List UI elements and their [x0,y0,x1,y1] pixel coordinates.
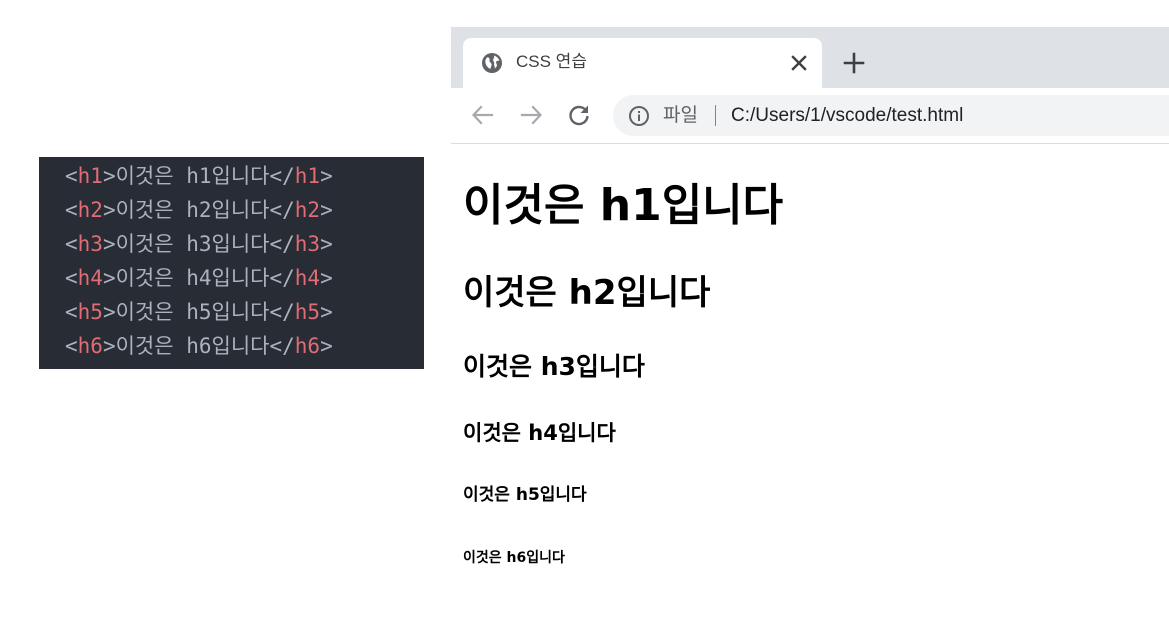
code-punc: > [102,334,116,358]
code-tag-close: h2 [294,198,321,222]
code-punc: < [65,334,78,358]
globe-icon [482,53,502,73]
code-punc: > [320,266,333,290]
reload-icon[interactable] [566,102,592,128]
code-tag-close: h3 [294,232,321,256]
browser-window: CSS 연습 파일 C:/Users/1/vscode/test.html 이것… [451,27,1169,626]
code-punc: > [102,300,116,324]
code-punc: </ [269,300,295,324]
code-punc: > [320,164,333,188]
code-punc: < [65,300,78,324]
code-punc: </ [269,266,295,290]
code-text: 이것은 h6입니다 [115,334,270,358]
code-punc: > [102,232,116,256]
code-tag-close: h1 [294,164,321,188]
code-tag-open: h1 [77,164,103,188]
code-tag-open: h4 [77,266,103,290]
code-punc: < [65,164,78,188]
code-text: 이것은 h4입니다 [115,266,270,290]
code-punc: < [65,198,78,222]
code-tag-close: h4 [294,266,321,290]
code-line: <h4>이것은 h4입니다</h4> [65,261,424,295]
url-text[interactable]: C:/Users/1/vscode/test.html [731,103,963,128]
heading-h5: 이것은 h5입니다 [463,485,587,505]
code-punc: </ [269,232,295,256]
code-punc: </ [269,334,295,358]
heading-h2: 이것은 h2입니다 [463,273,711,313]
arrow-right-icon[interactable] [518,102,544,128]
code-punc: </ [269,198,295,222]
code-text: 이것은 h1입니다 [115,164,270,188]
code-tag-open: h2 [77,198,103,222]
code-punc: > [102,198,116,222]
code-line: <h5>이것은 h5입니다</h5> [65,295,424,329]
code-line: <h3>이것은 h3입니다</h3> [65,227,424,261]
address-separator [715,105,716,126]
code-line: <h2>이것은 h2입니다</h2> [65,193,424,227]
code-line: <h1>이것은 h1입니다</h1> [65,159,424,193]
heading-h4: 이것은 h4입니다 [463,421,616,445]
code-text: 이것은 h3입니다 [115,232,270,256]
code-punc: < [65,232,78,256]
tab-title: CSS 연습 [516,52,587,71]
tab-strip: CSS 연습 [451,27,1169,88]
code-tag-open: h5 [77,300,103,324]
code-line: <h6>이것은 h6입니다</h6> [65,329,424,363]
site-info-label[interactable]: 파일 [663,103,698,128]
code-punc: > [320,232,333,256]
arrow-left-icon[interactable] [470,102,496,128]
tab-css-practice[interactable]: CSS 연습 [463,38,822,88]
code-tag-close: h5 [294,300,321,324]
code-punc: > [320,334,333,358]
close-icon[interactable] [788,52,810,74]
code-tag-open: h6 [77,334,103,358]
code-punc: < [65,266,78,290]
code-punc: </ [269,164,295,188]
heading-h1: 이것은 h1입니다 [463,180,784,231]
browser-toolbar: 파일 C:/Users/1/vscode/test.html [451,88,1169,144]
code-punc: > [320,300,333,324]
address-bar[interactable]: 파일 C:/Users/1/vscode/test.html [613,95,1169,136]
page-viewport: 이것은 h1입니다 이것은 h2입니다 이것은 h3입니다 이것은 h4입니다 … [451,144,1169,626]
code-tag-open: h3 [77,232,103,256]
code-text: 이것은 h2입니다 [115,198,270,222]
code-punc: > [320,198,333,222]
heading-h6: 이것은 h6입니다 [463,550,565,566]
code-tag-close: h6 [294,334,321,358]
code-punc: > [102,266,116,290]
info-icon[interactable] [628,105,650,127]
code-editor-panel: <h1>이것은 h1입니다</h1> <h2>이것은 h2입니다</h2> <h… [39,157,424,369]
heading-h3: 이것은 h3입니다 [463,352,645,381]
code-punc: > [102,164,116,188]
code-text: 이것은 h5입니다 [115,300,270,324]
plus-icon[interactable] [841,50,867,76]
